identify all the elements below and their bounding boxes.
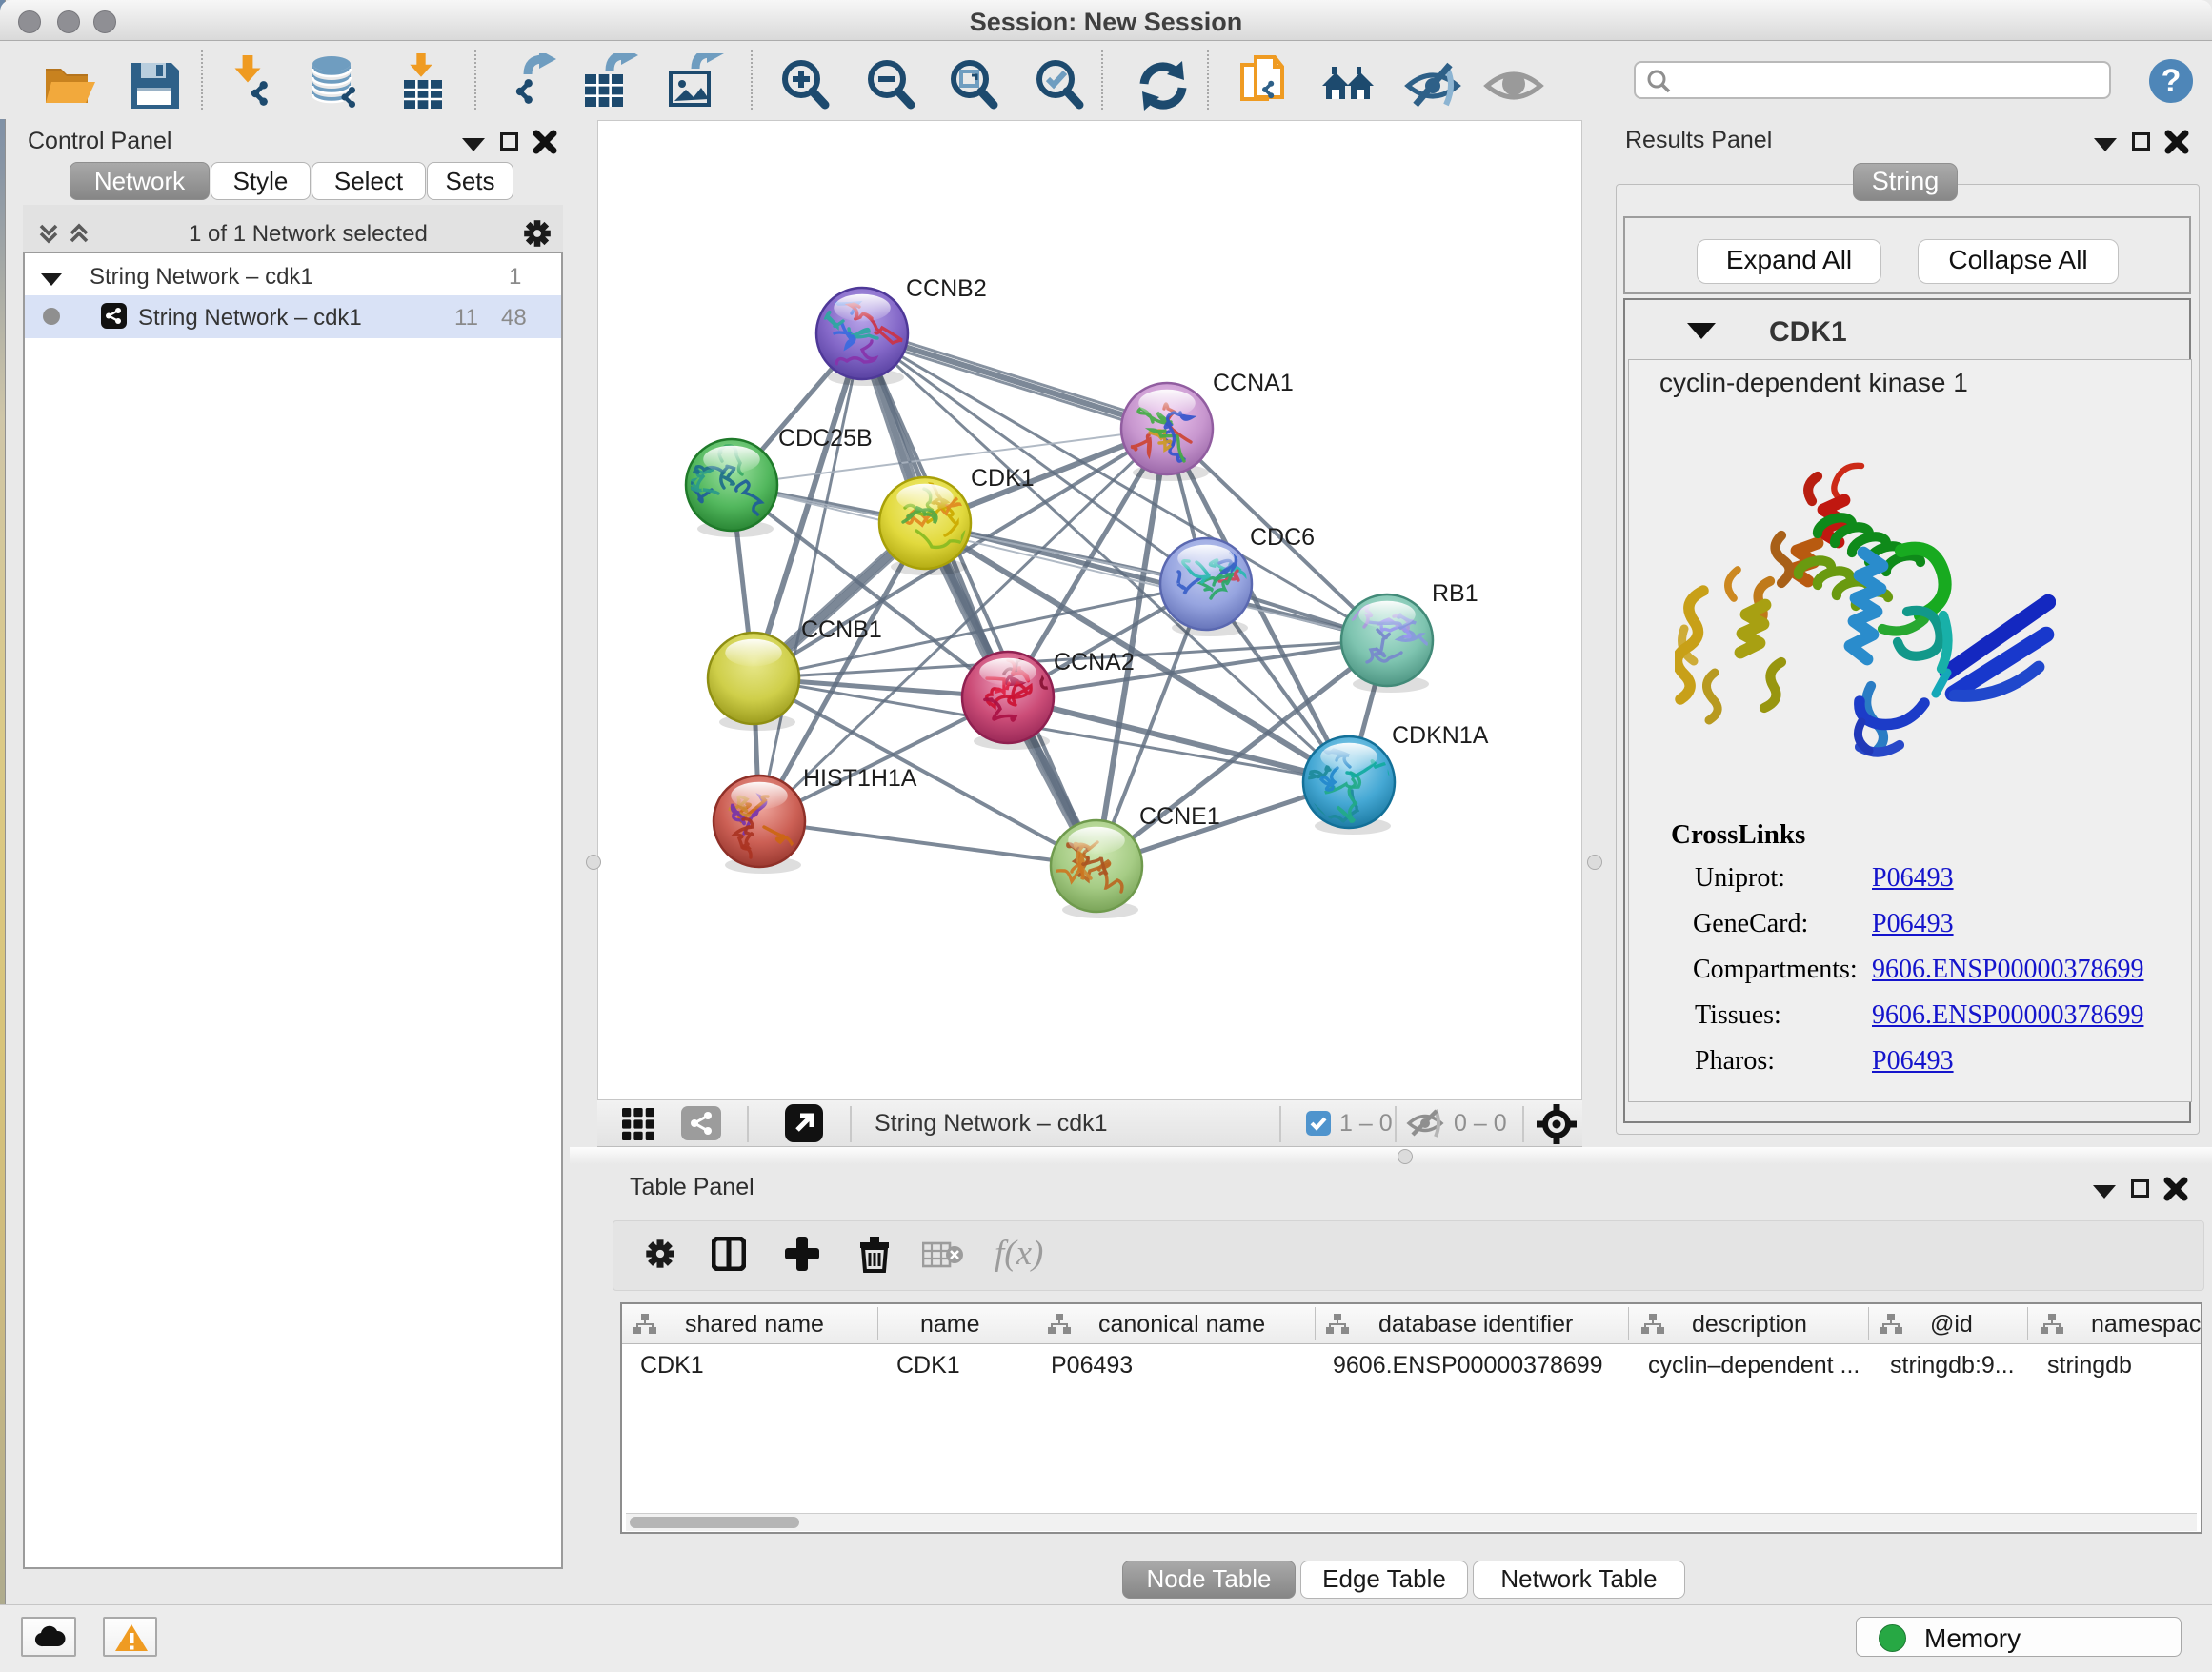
svg-text:RB1: RB1 bbox=[1432, 580, 1478, 607]
svg-text:CCNE1: CCNE1 bbox=[1139, 803, 1220, 830]
svg-text:CDKN1A: CDKN1A bbox=[1392, 722, 1489, 749]
svg-text:CCNB1: CCNB1 bbox=[801, 616, 882, 643]
svg-text:CDK1: CDK1 bbox=[971, 465, 1035, 492]
svg-text:CCNA2: CCNA2 bbox=[1054, 649, 1135, 675]
svg-text:CCNB2: CCNB2 bbox=[906, 275, 987, 302]
svg-text:CCNA1: CCNA1 bbox=[1213, 370, 1294, 396]
svg-text:CDC6: CDC6 bbox=[1250, 524, 1315, 551]
svg-text:HIST1H1A: HIST1H1A bbox=[803, 765, 917, 792]
svg-text:CDC25B: CDC25B bbox=[778, 425, 873, 452]
